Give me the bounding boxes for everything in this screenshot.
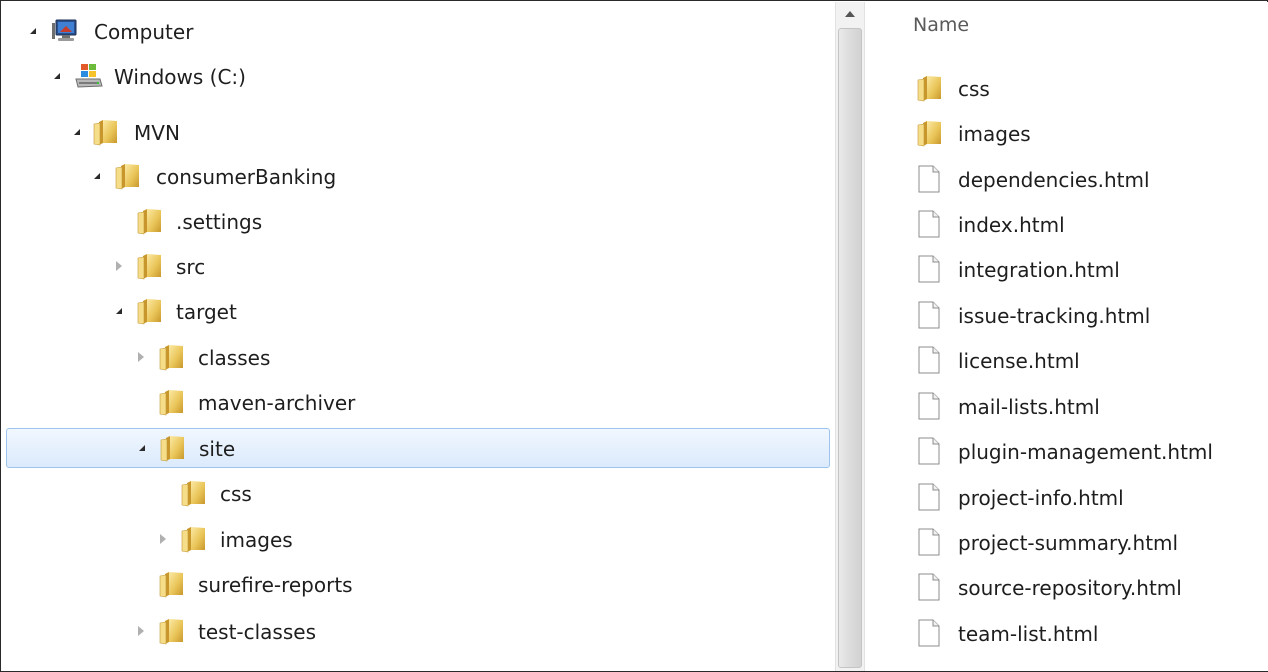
explorer-window: Computer Windows (C:) MVN consumerBankin… (0, 0, 1268, 672)
list-item[interactable]: dependencies.html (914, 160, 1264, 200)
folder-icon (157, 434, 187, 462)
tree-item-css[interactable]: css (6, 474, 830, 514)
folder-icon (134, 252, 164, 280)
folder-icon (134, 207, 164, 235)
list-item-label: dependencies.html (958, 168, 1150, 192)
collapse-arrow-icon[interactable] (156, 531, 170, 547)
list-item-label: team-list.html (958, 622, 1099, 646)
tree-item-label: target (176, 300, 237, 324)
html-file-icon (914, 482, 944, 512)
list-item-label: plugin-management.html (958, 440, 1213, 464)
folder-icon (156, 617, 186, 645)
html-file-icon (914, 300, 944, 330)
tree-item-site[interactable]: site (6, 428, 830, 468)
tree-item-src[interactable]: src (6, 247, 830, 287)
list-item-label: index.html (958, 213, 1065, 237)
tree-item-label: classes (198, 346, 271, 370)
tree-item-computer[interactable]: Computer (6, 12, 830, 52)
expand-arrow-icon[interactable] (135, 440, 149, 456)
list-item-label: project-summary.html (958, 531, 1179, 555)
folder-icon (178, 479, 208, 507)
list-item[interactable]: project-info.html (914, 478, 1264, 518)
folder-icon (914, 118, 944, 148)
drive-icon (74, 62, 104, 90)
list-item[interactable]: images (914, 114, 1264, 154)
computer-icon (50, 17, 80, 45)
list-item-label: source-repository.html (958, 576, 1182, 600)
tree-item-label: src (176, 255, 206, 279)
tree-item-label: test-classes (198, 620, 316, 644)
tree-item-label: .settings (176, 210, 263, 234)
tree-item-label: Windows (C:) (114, 65, 246, 89)
list-item[interactable]: index.html (914, 205, 1264, 245)
scrollbar-thumb[interactable] (838, 28, 862, 668)
html-file-icon (914, 254, 944, 284)
tree-scrollbar[interactable] (835, 2, 865, 671)
tree-item-label: consumerBanking (156, 165, 337, 189)
html-file-icon (914, 527, 944, 557)
expand-arrow-icon[interactable] (90, 168, 104, 184)
folder-icon (156, 388, 186, 416)
folder-icon (914, 73, 944, 103)
list-item[interactable]: project-summary.html (914, 523, 1264, 563)
collapse-arrow-icon[interactable] (112, 258, 126, 274)
tree-item-images[interactable]: images (6, 520, 830, 560)
tree-item-target[interactable]: target (6, 292, 830, 332)
tree-item-test-classes[interactable]: test-classes (6, 612, 830, 652)
tree-item-windows-c[interactable]: Windows (C:) (6, 57, 830, 97)
list-item[interactable]: source-repository.html (914, 568, 1264, 608)
list-item[interactable]: license.html (914, 341, 1264, 381)
html-file-icon (914, 164, 944, 194)
tree-item-label: MVN (134, 121, 180, 145)
html-file-icon (914, 209, 944, 239)
navigation-tree: Computer Windows (C:) MVN consumerBankin… (2, 2, 834, 671)
html-file-icon (914, 436, 944, 466)
tree-item-surefire-reports[interactable]: surefire-reports (6, 565, 830, 605)
folder-icon (178, 525, 208, 553)
list-item-label: project-info.html (958, 486, 1124, 510)
list-item-label: mail-lists.html (958, 395, 1100, 419)
list-item[interactable]: issue-tracking.html (914, 296, 1264, 336)
html-file-icon (914, 618, 944, 648)
scroll-up-icon[interactable] (836, 2, 864, 26)
tree-item-label: maven-archiver (198, 391, 356, 415)
list-item[interactable]: team-list.html (914, 614, 1264, 654)
folder-icon (156, 570, 186, 598)
tree-item-consumerbanking[interactable]: consumerBanking (6, 157, 830, 197)
folder-icon (134, 297, 164, 325)
folder-icon (90, 118, 120, 146)
tree-item-label: site (199, 437, 236, 461)
list-item-label: integration.html (958, 258, 1120, 282)
list-item[interactable]: integration.html (914, 250, 1264, 290)
collapse-arrow-icon[interactable] (134, 623, 148, 639)
tree-item-mvn[interactable]: MVN (6, 113, 830, 153)
tree-item-label: css (220, 482, 252, 506)
name-column-header[interactable]: Name (913, 14, 969, 36)
tree-item-label: Computer (94, 20, 194, 44)
list-item-label: license.html (958, 349, 1080, 373)
folder-icon (156, 343, 186, 371)
tree-item-classes[interactable]: classes (6, 338, 830, 378)
list-item[interactable]: mail-lists.html (914, 387, 1264, 427)
tree-item-settings[interactable]: .settings (6, 202, 830, 242)
expand-arrow-icon[interactable] (70, 124, 84, 140)
tree-item-label: surefire-reports (198, 573, 353, 597)
list-item-label: issue-tracking.html (958, 304, 1151, 328)
collapse-arrow-icon[interactable] (134, 349, 148, 365)
list-item-label: css (958, 77, 990, 101)
tree-item-label: images (220, 528, 293, 552)
expand-arrow-icon[interactable] (26, 23, 40, 39)
tree-item-maven-archiver[interactable]: maven-archiver (6, 383, 830, 423)
expand-arrow-icon[interactable] (112, 303, 126, 319)
html-file-icon (914, 391, 944, 421)
folder-icon (112, 162, 142, 190)
list-item[interactable]: plugin-management.html (914, 432, 1264, 472)
html-file-icon (914, 572, 944, 602)
list-item[interactable]: css (914, 69, 1264, 109)
html-file-icon (914, 345, 944, 375)
file-list: Name css images dependencies.html index.… (866, 2, 1268, 671)
list-item-label: images (958, 122, 1031, 146)
expand-arrow-icon[interactable] (50, 68, 64, 84)
